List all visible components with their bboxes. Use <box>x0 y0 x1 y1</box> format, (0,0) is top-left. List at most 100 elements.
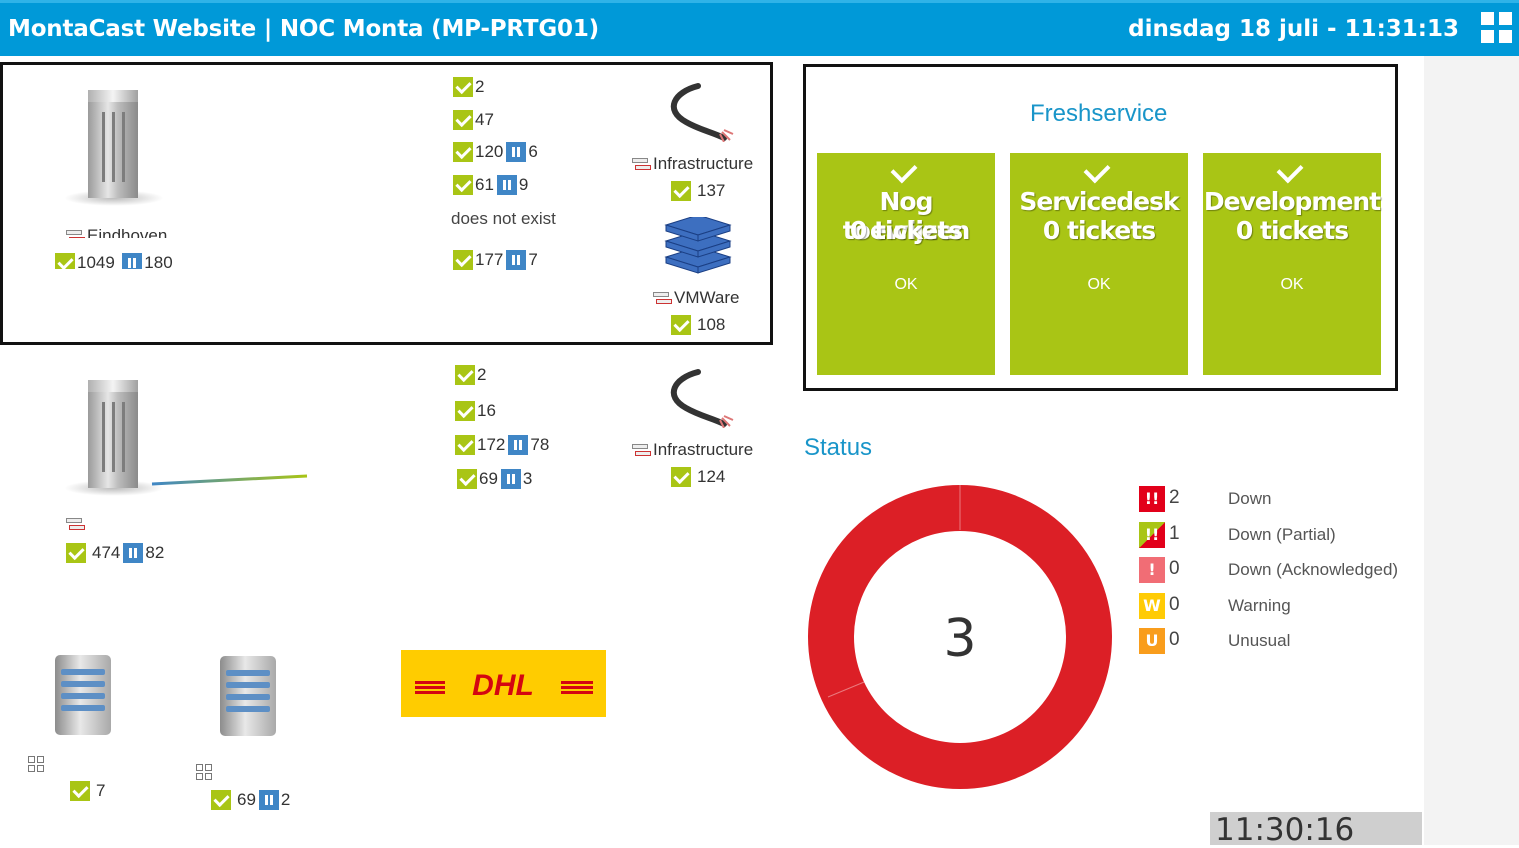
paused-count: 7 <box>528 250 538 269</box>
up-count: 47 <box>475 110 494 129</box>
up-count: 2 <box>475 77 485 96</box>
infrastructure-label[interactable]: Infrastructure <box>632 440 753 460</box>
up-check-icon <box>211 790 231 810</box>
freshservice-title: Freshservice <box>1030 100 1168 127</box>
grid-icon[interactable] <box>1481 12 1513 44</box>
up-check-icon <box>671 181 691 201</box>
up-count: 69 <box>479 469 498 488</box>
paused-icon <box>123 543 144 563</box>
up-check-icon <box>455 401 475 421</box>
up-check-icon <box>453 142 473 162</box>
windows-icon <box>28 756 46 774</box>
legend-label: Warning <box>1228 596 1291 615</box>
date-time: dinsdag 18 juli - 11:31:13 <box>1128 16 1459 42</box>
up-check-icon <box>453 77 473 97</box>
paused-icon <box>506 250 527 270</box>
site2-row-2[interactable]: 16 <box>455 401 499 421</box>
server1-counts[interactable]: 7 <box>70 781 108 801</box>
infrastructure-counts[interactable]: 137 <box>671 181 728 201</box>
tile-status: OK <box>1280 276 1304 293</box>
dhl-logo-text: DHL <box>472 670 534 698</box>
vmware-counts[interactable]: 108 <box>671 315 728 335</box>
infrastructure-counts[interactable]: 124 <box>671 467 728 487</box>
top-bar: MontaCast Website | NOC Monta (MP-PRTG01… <box>0 0 1519 56</box>
tile-development[interactable]: Development 0 tickets OK <box>1203 153 1381 375</box>
device-icon <box>653 291 672 306</box>
dhl-logo[interactable]: DHL <box>401 650 606 717</box>
building-icon[interactable] <box>64 90 164 206</box>
legend-label: Unusual <box>1228 631 1291 650</box>
tile-nog-toewijzen[interactable]: Nog toewijzen 0 tickets OK <box>817 153 995 375</box>
tile-status: OK <box>894 276 918 293</box>
page-title: MontaCast Website | NOC Monta (MP-PRTG01… <box>8 16 599 42</box>
site1-summary[interactable]: 1049 180 <box>55 253 176 269</box>
legend-count: 1 <box>1169 523 1180 544</box>
up-check-icon <box>70 781 90 801</box>
server2-counts[interactable]: 69 2 <box>211 790 293 810</box>
check-icon <box>1083 156 1111 184</box>
site1-row-3[interactable]: 120 6 <box>453 142 541 162</box>
up-count: 172 <box>477 435 506 454</box>
up-check-icon <box>453 250 473 270</box>
up-check-icon <box>66 543 86 563</box>
paused-count: 6 <box>528 142 538 161</box>
paused-count: 78 <box>530 435 550 454</box>
site2-row-4[interactable]: 69 3 <box>457 469 535 489</box>
cable-icon[interactable] <box>664 82 734 142</box>
status-donut[interactable]: 3 <box>805 484 1115 794</box>
infrastructure-label[interactable]: Infrastructure <box>632 154 753 174</box>
vmware-label[interactable]: VMWare <box>653 288 740 308</box>
up-check-icon <box>455 365 475 385</box>
tile-tickets: 0 tickets <box>1235 216 1349 245</box>
vmware-stack-icon[interactable] <box>664 217 732 275</box>
up-count: 69 <box>237 790 256 809</box>
site1-row-1[interactable]: 2 <box>453 77 487 97</box>
paused-icon <box>506 142 527 162</box>
warning-icon: W <box>1139 593 1165 619</box>
clock-time: 11:30:16 <box>1215 812 1355 848</box>
up-check-icon <box>671 467 691 487</box>
up-check-icon <box>455 435 475 455</box>
legend-count: 2 <box>1169 487 1180 508</box>
legend-label: Down (Acknowledged) <box>1228 560 1399 579</box>
site2-row-3[interactable]: 172 78 <box>455 435 552 455</box>
up-check-icon <box>671 315 691 335</box>
paused-icon <box>496 175 517 195</box>
group-name: Infrastructure <box>653 154 754 173</box>
cable-icon[interactable] <box>664 368 734 428</box>
site2-row-1[interactable]: 2 <box>455 365 489 385</box>
clock: 11:30:16 <box>1210 812 1422 848</box>
up-check-icon <box>453 110 473 130</box>
server-icon[interactable] <box>55 655 115 735</box>
up-count: 474 <box>92 543 121 562</box>
up-count: 177 <box>475 250 504 269</box>
group-name: Infrastructure <box>653 440 754 459</box>
paused-icon <box>508 435 529 455</box>
connection-line <box>151 474 308 486</box>
device-icon <box>66 229 85 238</box>
up-count: 108 <box>697 315 726 334</box>
paused-count: 9 <box>518 175 529 194</box>
up-check-icon <box>453 175 473 195</box>
site2-summary[interactable]: 474 82 <box>66 543 167 563</box>
site1-row-4[interactable]: 61 9 <box>453 175 531 195</box>
site1-row-6[interactable]: 177 7 <box>453 250 541 270</box>
unusual-icon: U <box>1139 628 1165 654</box>
site1-row-2[interactable]: 47 <box>453 110 497 130</box>
building-icon[interactable] <box>64 380 164 496</box>
legend-label: Down <box>1228 489 1272 508</box>
device-icon <box>632 443 651 458</box>
legend-label: Down (Partial) <box>1228 525 1336 544</box>
site-name: Eindhoven <box>87 226 168 238</box>
down-icon: !! <box>1139 486 1165 512</box>
check-icon <box>890 156 918 184</box>
site-eindhoven-label[interactable]: Eindhoven <box>66 226 167 238</box>
missing-object-text: does not exist <box>451 209 556 228</box>
tile-servicedesk[interactable]: Servicedesk 0 tickets OK <box>1010 153 1188 375</box>
up-count: 1049 <box>77 253 115 269</box>
server-icon[interactable] <box>220 656 280 736</box>
device-icon[interactable] <box>66 518 85 532</box>
up-check-icon <box>55 253 75 269</box>
check-icon <box>1276 156 1304 184</box>
status-total: 3 <box>943 609 976 669</box>
